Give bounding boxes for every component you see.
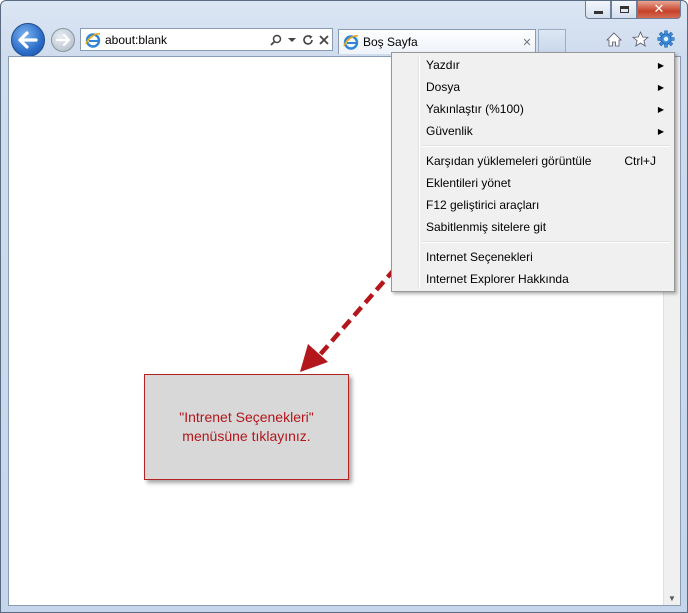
callout-line-1: "Intrenet Seçenekleri" [179,409,314,425]
menu-item-yazdir[interactable]: Yazdır ▶ [394,54,672,76]
menu-item-f12-tools[interactable]: F12 geliştirici araçları [394,194,672,216]
menu-item-about-ie[interactable]: Internet Explorer Hakkında [394,268,672,290]
menu-item-label: Güvenlik [426,124,473,138]
submenu-arrow-icon: ▶ [657,104,664,114]
menu-item-dosya[interactable]: Dosya ▶ [394,76,672,98]
menu-item-label: Dosya [426,80,461,94]
instruction-callout: "Intrenet Seçenekleri" menüsüne tıklayın… [144,374,349,480]
menu-item-label: Internet Seçenekleri [426,250,533,264]
menu-item-addons[interactable]: Eklentileri yönet [394,172,672,194]
menu-item-label: F12 geliştirici araçları [426,198,540,212]
menu-separator [422,241,670,243]
menu-item-shortcut: Ctrl+J [624,154,656,168]
submenu-arrow-icon: ▶ [657,60,664,70]
menu-item-pinned-sites[interactable]: Sabitlenmiş sitelere git [394,216,672,238]
menu-item-zoom[interactable]: Yakınlaştır (%100) ▶ [394,98,672,120]
menu-item-label: Karşıdan yüklemeleri görüntüle [426,154,592,168]
menu-item-label: Internet Explorer Hakkında [426,272,569,286]
submenu-arrow-icon: ▶ [657,82,664,92]
tools-dropdown-menu: Yazdır ▶ Dosya ▶ Yakınlaştır (%100) ▶ Gü… [391,52,675,292]
menu-item-label: Yazdır [426,58,460,72]
menu-item-downloads[interactable]: Karşıdan yüklemeleri görüntüle Ctrl+J [394,150,672,172]
submenu-arrow-icon: ▶ [657,126,664,136]
menu-item-label: Sabitlenmiş sitelere git [426,220,547,234]
callout-line-2: menüsüne tıklayınız. [182,428,311,444]
menu-item-label: Eklentileri yönet [426,176,511,190]
menu-separator [422,145,670,147]
menu-item-label: Yakınlaştır (%100) [426,102,524,116]
menu-item-internet-options[interactable]: Internet Seçenekleri [394,246,672,268]
menu-item-guvenlik[interactable]: Güvenlik ▶ [394,120,672,142]
